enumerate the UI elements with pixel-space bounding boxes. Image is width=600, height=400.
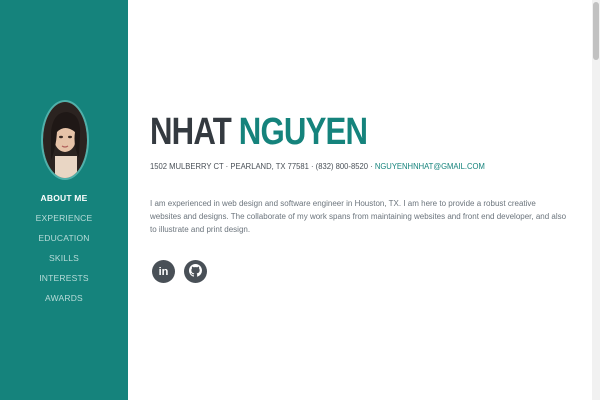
linkedin-button[interactable]: in bbox=[152, 260, 175, 283]
avatar bbox=[41, 100, 89, 180]
bio-text: I am experienced in web design and softw… bbox=[150, 199, 567, 234]
sidebar: About Me Experience Education Skills Int… bbox=[0, 0, 128, 400]
github-icon bbox=[189, 263, 202, 280]
social-icons: in bbox=[152, 260, 207, 283]
nav-item-skills[interactable]: Skills bbox=[0, 248, 128, 268]
page-scrollbar[interactable] bbox=[592, 0, 600, 400]
first-name: NHAT bbox=[150, 111, 232, 153]
page-title: NHAT NGUYEN bbox=[150, 110, 368, 154]
github-button[interactable] bbox=[184, 260, 207, 283]
nav-item-interests[interactable]: Interests bbox=[0, 268, 128, 288]
nav-item-experience[interactable]: Experience bbox=[0, 208, 128, 228]
nav-item-education[interactable]: Education bbox=[0, 228, 128, 248]
address-text: 1502 MULBERRY CT · PEARLAND, TX 77581 · … bbox=[150, 161, 373, 171]
main-content: NHAT NGUYEN 1502 MULBERRY CT · PEARLAND,… bbox=[128, 0, 592, 400]
nav-item-about-me[interactable]: About Me bbox=[0, 188, 128, 208]
linkedin-icon: in bbox=[158, 265, 169, 278]
sidebar-nav: About Me Experience Education Skills Int… bbox=[0, 188, 128, 308]
last-name: NGUYEN bbox=[238, 111, 368, 153]
email-link[interactable]: NGUYENHNHAT@GMAIL.COM bbox=[375, 161, 485, 171]
contact-line: 1502 MULBERRY CT · PEARLAND, TX 77581 · … bbox=[150, 161, 485, 171]
scrollbar-thumb[interactable] bbox=[593, 2, 599, 60]
nav-item-awards[interactable]: Awards bbox=[0, 288, 128, 308]
